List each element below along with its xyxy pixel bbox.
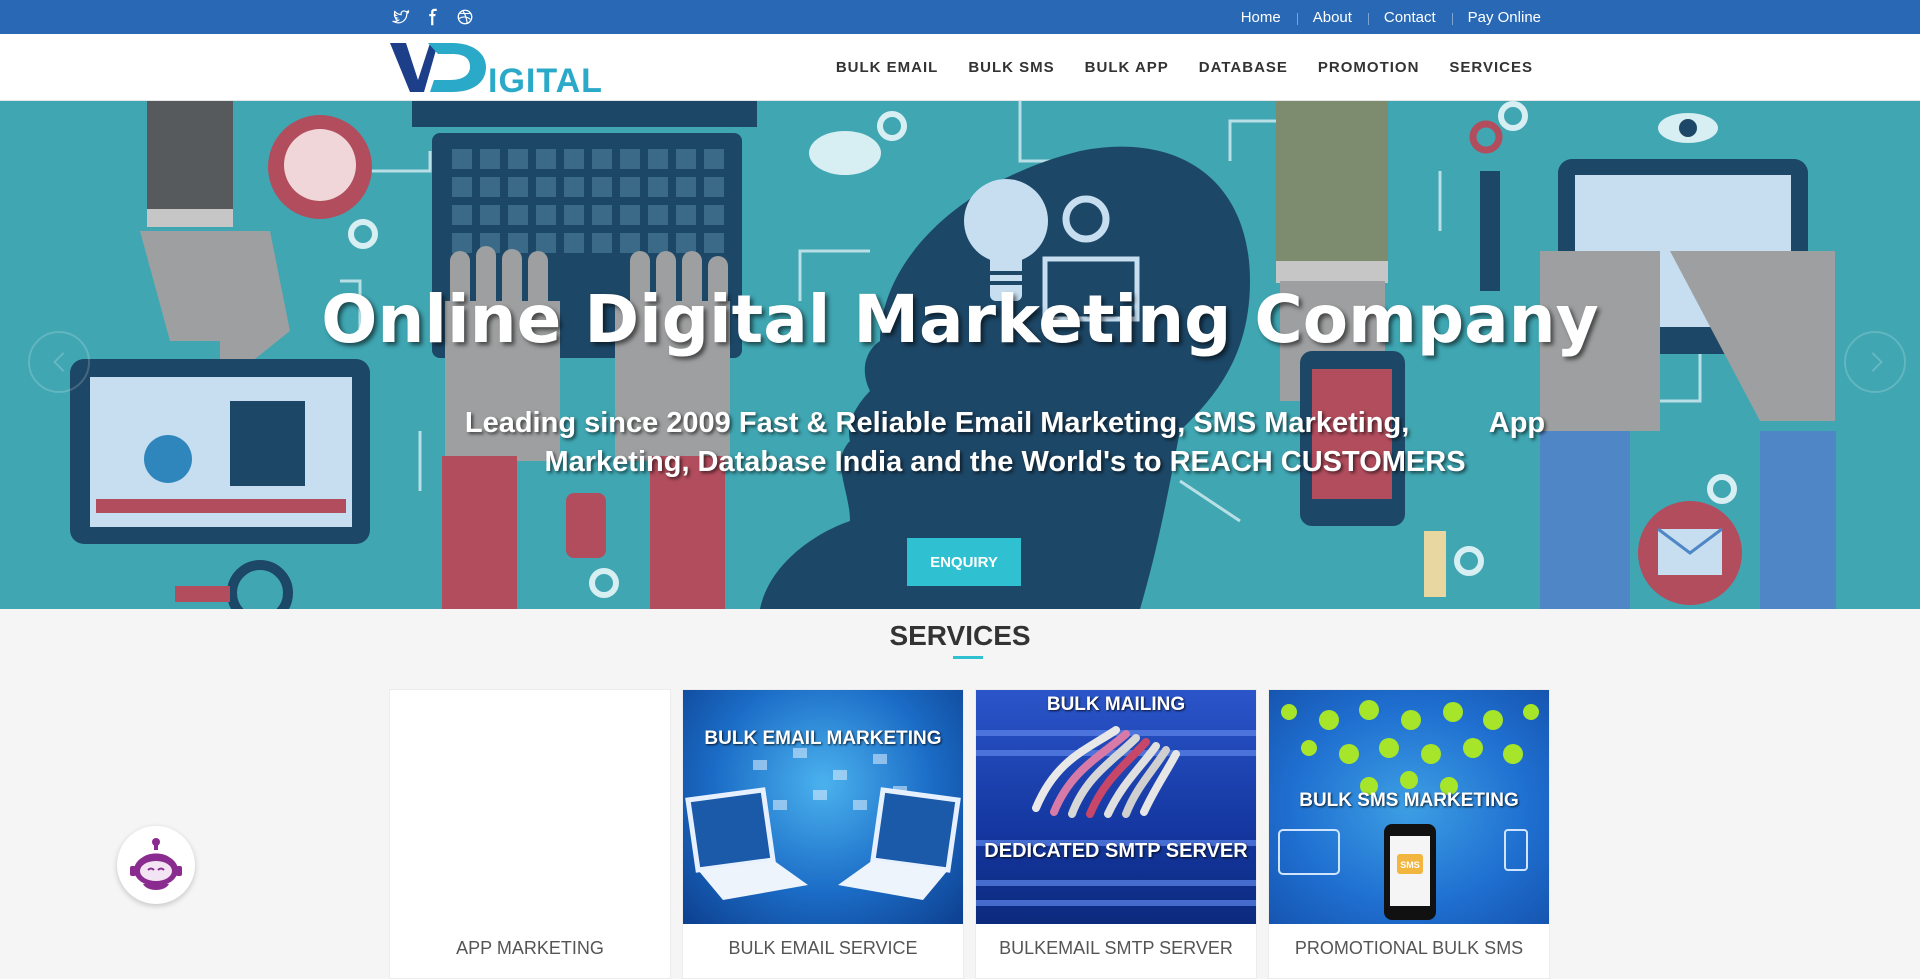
service-card-label[interactable]: PROMOTIONAL BULK SMS [1269, 938, 1549, 959]
nav-promotion[interactable]: PROMOTION [1303, 59, 1435, 76]
services-cards: APP MARKETING BULK EMAIL MARKETING BULK … [389, 689, 1550, 979]
main-header: IGITAL BULK EMAIL BULK SMS BULK APP DATA… [0, 34, 1920, 101]
enquiry-button[interactable]: ENQUIRY [907, 538, 1021, 586]
nav-bulk-sms[interactable]: BULK SMS [953, 59, 1069, 76]
service-card-label[interactable]: BULK EMAIL SERVICE [683, 938, 963, 959]
robot-icon [130, 838, 182, 890]
site-logo[interactable]: IGITAL [388, 40, 612, 100]
service-card-bulk-email[interactable]: BULK EMAIL MARKETING BULK EMAIL SERVICE [682, 689, 964, 979]
top-link-pay-online[interactable]: Pay Online [1451, 9, 1541, 26]
bulk-email-marketing-image[interactable]: BULK EMAIL MARKETING [683, 690, 963, 924]
social-links [391, 8, 474, 26]
services-heading-underline [953, 656, 983, 659]
nav-bulk-app[interactable]: BULK APP [1070, 59, 1184, 76]
hero-subtitle-line-2: Marketing, Database India and the World'… [544, 446, 1466, 478]
smtp-server-image[interactable]: BULK MAILING DEDICATED SMTP SERVER [976, 690, 1256, 924]
bulk-sms-marketing-image[interactable]: SMS BULK SMS MARKETING [1269, 690, 1549, 924]
hero-subtitle: Leading since 2009 Fast & Reliable Email… [390, 404, 1620, 482]
svg-text:IGITAL: IGITAL [488, 62, 603, 96]
bulk-sms-image-caption: BULK SMS MARKETING [1299, 790, 1519, 811]
service-card-app-marketing[interactable]: APP MARKETING [389, 689, 671, 979]
top-link-contact[interactable]: Contact [1367, 9, 1452, 26]
service-card-label[interactable]: BULKEMAIL SMTP SERVER [976, 938, 1256, 959]
sms-bubble-text: SMS [1400, 860, 1420, 870]
chatbot-launcher[interactable] [117, 826, 195, 904]
smtp-image-caption-bottom: DEDICATED SMTP SERVER [984, 840, 1248, 862]
nav-bulk-email[interactable]: BULK EMAIL [821, 59, 954, 76]
top-bar: Home About Contact Pay Online [0, 0, 1920, 34]
hero-subtitle-line-1: Leading since 2009 Fast & Reliable Email… [464, 407, 1546, 439]
hero-slider: Online Digital Marketing Company Leading… [0, 101, 1920, 609]
twitter-icon[interactable] [391, 8, 410, 26]
hero-title: Online Digital Marketing Company [321, 281, 1599, 358]
top-links: Home About Contact Pay Online [1225, 0, 1541, 34]
nav-services[interactable]: SERVICES [1434, 59, 1533, 76]
service-card-bulk-sms[interactable]: SMS BULK SMS MARKETING PROMOTIONAL BULK … [1268, 689, 1550, 979]
top-link-about[interactable]: About [1296, 9, 1368, 26]
service-card-label[interactable]: APP MARKETING [390, 938, 670, 959]
top-link-home[interactable]: Home [1225, 9, 1297, 26]
dribbble-icon[interactable] [456, 8, 474, 26]
main-nav: BULK EMAIL BULK SMS BULK APP DATABASE PR… [821, 34, 1533, 101]
facebook-icon[interactable] [424, 8, 442, 26]
service-card-smtp-server[interactable]: BULK MAILING DEDICATED SMTP SERVER BULKE… [975, 689, 1257, 979]
services-heading: SERVICES [889, 620, 1031, 651]
bulk-email-image-caption: BULK EMAIL MARKETING [704, 728, 942, 749]
nav-database[interactable]: DATABASE [1184, 59, 1303, 76]
service-card-image-blank [390, 690, 670, 924]
smtp-image-caption-top: BULK MAILING [1046, 694, 1186, 715]
